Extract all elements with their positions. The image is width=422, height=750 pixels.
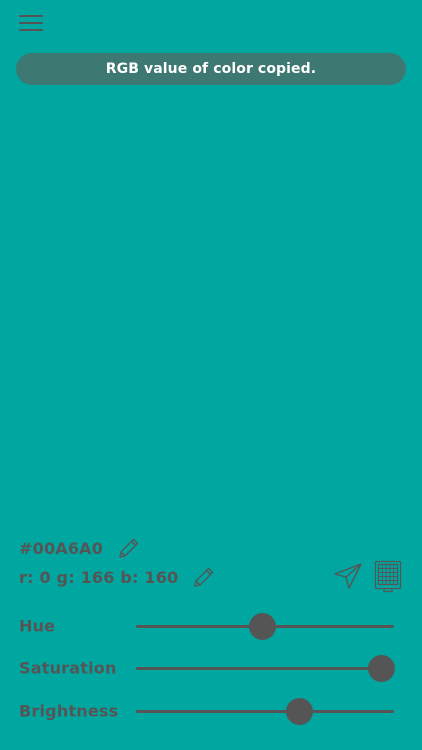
- rgb-value-row: r: 0 g: 166 b: 160: [19, 565, 216, 589]
- toast-message: RGB value of color copied.: [16, 53, 406, 85]
- hue-slider-row: Hue: [19, 611, 409, 641]
- saturation-slider-track[interactable]: [136, 666, 394, 670]
- menu-bar: [19, 22, 43, 24]
- menu-bar: [19, 15, 43, 17]
- saturation-label: Saturation: [19, 658, 117, 678]
- hamburger-menu-icon[interactable]: [19, 13, 44, 33]
- menu-bar: [19, 29, 43, 31]
- pencil-icon[interactable]: [117, 536, 141, 560]
- hue-label: Hue: [19, 616, 56, 636]
- calculator-icon[interactable]: [374, 560, 402, 594]
- hue-slider-thumb[interactable]: [248, 612, 276, 640]
- rgb-value: r: 0 g: 166 b: 160: [19, 567, 179, 587]
- brightness-slider-thumb[interactable]: [286, 697, 314, 725]
- saturation-slider-row: Saturation: [19, 653, 409, 683]
- hex-value-row: #00A6A0: [19, 536, 141, 560]
- brightness-slider-track[interactable]: [136, 709, 394, 713]
- brightness-slider-row: Brightness: [19, 696, 409, 726]
- hex-value: #00A6A0: [19, 538, 104, 558]
- brightness-label: Brightness: [19, 701, 119, 721]
- saturation-slider-thumb[interactable]: [367, 654, 395, 682]
- paper-plane-icon[interactable]: [333, 562, 363, 590]
- pencil-icon[interactable]: [192, 565, 216, 589]
